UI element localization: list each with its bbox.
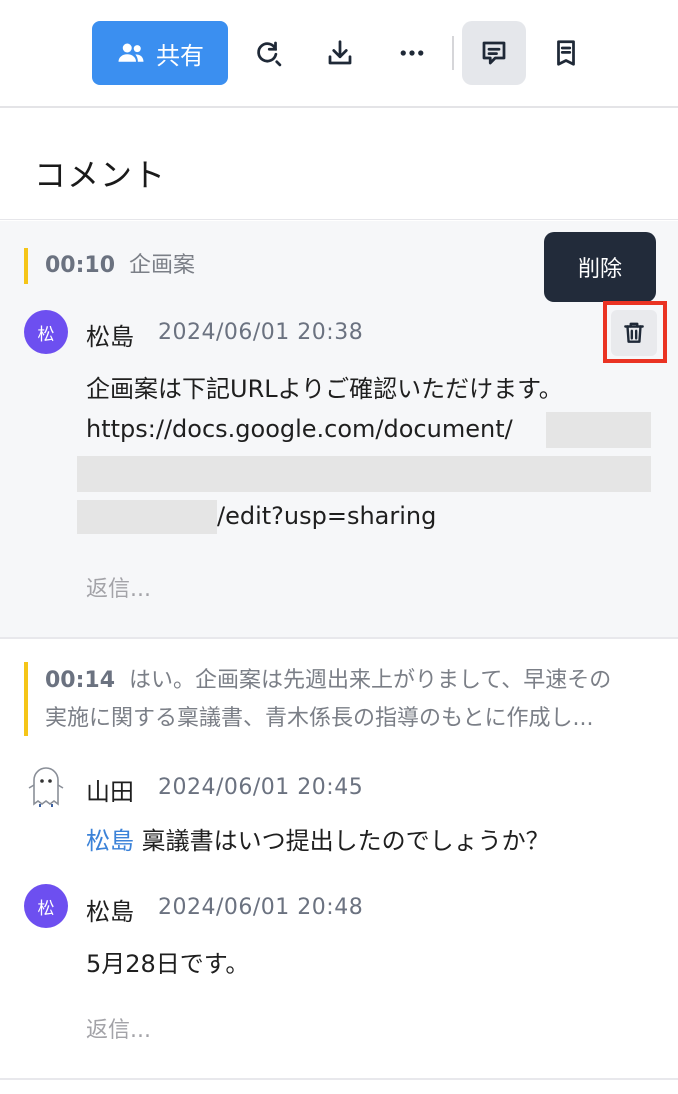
comment-thread: 00:14 はい。企画案は先週出来上がりまして、早速その 実施に関する稟議書、青木… xyxy=(0,640,678,1080)
redacted-block xyxy=(77,500,217,534)
redacted-block xyxy=(77,456,651,492)
comment-date: 2024/06/01 20:38 xyxy=(158,320,364,345)
comment-icon xyxy=(482,41,506,65)
ghost-avatar xyxy=(24,764,68,808)
more-button[interactable] xyxy=(380,21,444,85)
comments-header: コメント xyxy=(0,110,678,220)
quoted-segment[interactable]: 00:14 はい。企画案は先週出来上がりまして、早速その 実施に関する稟議書、青木… xyxy=(24,662,611,736)
quote-timestamp[interactable]: 00:14 xyxy=(45,668,115,693)
download-button[interactable] xyxy=(308,21,372,85)
ghost-icon xyxy=(28,767,64,807)
more-icon xyxy=(400,50,424,56)
comment-author: 松島 xyxy=(86,323,134,351)
quote-text: 企画案 xyxy=(129,253,196,278)
quote-text-line1: はい。企画案は先週出来上がりまして、早速その xyxy=(129,668,612,693)
highlight-box xyxy=(603,301,667,363)
search-refresh-icon xyxy=(257,41,282,67)
comment-author: 松島 xyxy=(86,898,134,926)
avatar: 松 xyxy=(24,884,68,928)
reply-input[interactable]: 返信... xyxy=(86,1012,151,1044)
quoted-segment[interactable]: 00:10 企画案 xyxy=(24,248,195,284)
user-mention[interactable]: 松島 xyxy=(86,827,134,855)
share-button-label: 共有 xyxy=(156,41,204,70)
people-icon xyxy=(118,43,144,62)
search-refresh-button[interactable] xyxy=(236,21,300,85)
delete-tooltip: 削除 xyxy=(544,232,656,302)
redacted-block xyxy=(546,412,651,448)
share-button[interactable]: 共有 xyxy=(92,21,228,85)
comment-text-line: 企画案は下記URLよりご確認いただけます。 xyxy=(86,375,563,403)
tooltip-label: 削除 xyxy=(577,257,622,282)
quote-timestamp[interactable]: 00:10 xyxy=(45,253,115,278)
comment-text-body: 稟議書はいつ提出したのでしょうか？ xyxy=(134,827,550,855)
comment-date: 2024/06/01 20:45 xyxy=(158,775,364,800)
comment-text: 松島 稟議書はいつ提出したのでしょうか？ xyxy=(86,821,550,856)
comment-link-tail[interactable]: /edit?usp=sharing xyxy=(217,502,436,530)
comment-text: 5月28日です。 xyxy=(86,950,250,978)
note-icon xyxy=(557,40,575,66)
comment-panel-button[interactable] xyxy=(462,21,526,85)
comment-link[interactable]: https://docs.google.com/document/ xyxy=(86,415,513,443)
comment-date: 2024/06/01 20:48 xyxy=(158,895,364,920)
comments-title: コメント xyxy=(34,156,167,194)
download-icon xyxy=(328,40,352,65)
avatar: 松 xyxy=(24,310,68,354)
quote-text-line2: 実施に関する稟議書、青木係長の指導のもとに作成し... xyxy=(45,706,594,731)
note-panel-button[interactable] xyxy=(534,21,598,85)
comment-author: 山田 xyxy=(86,778,134,806)
toolbar: 共有 xyxy=(0,0,678,108)
toolbar-divider xyxy=(452,36,454,70)
reply-input[interactable]: 返信... xyxy=(86,571,151,603)
